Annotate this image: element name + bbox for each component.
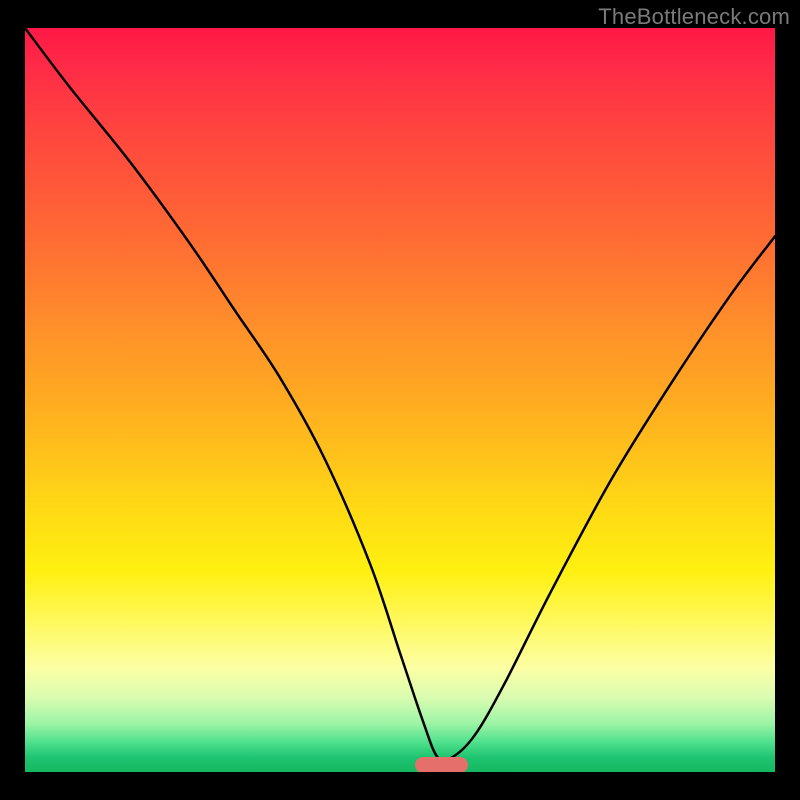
frame-border-bottom (0, 772, 800, 800)
chart-frame: TheBottleneck.com (0, 0, 800, 800)
watermark-text: TheBottleneck.com (598, 4, 790, 30)
optimal-range-marker (415, 757, 468, 772)
frame-border-left (0, 0, 25, 800)
frame-border-right (775, 0, 800, 800)
plot-area (25, 28, 775, 772)
bottleneck-curve (25, 28, 775, 772)
